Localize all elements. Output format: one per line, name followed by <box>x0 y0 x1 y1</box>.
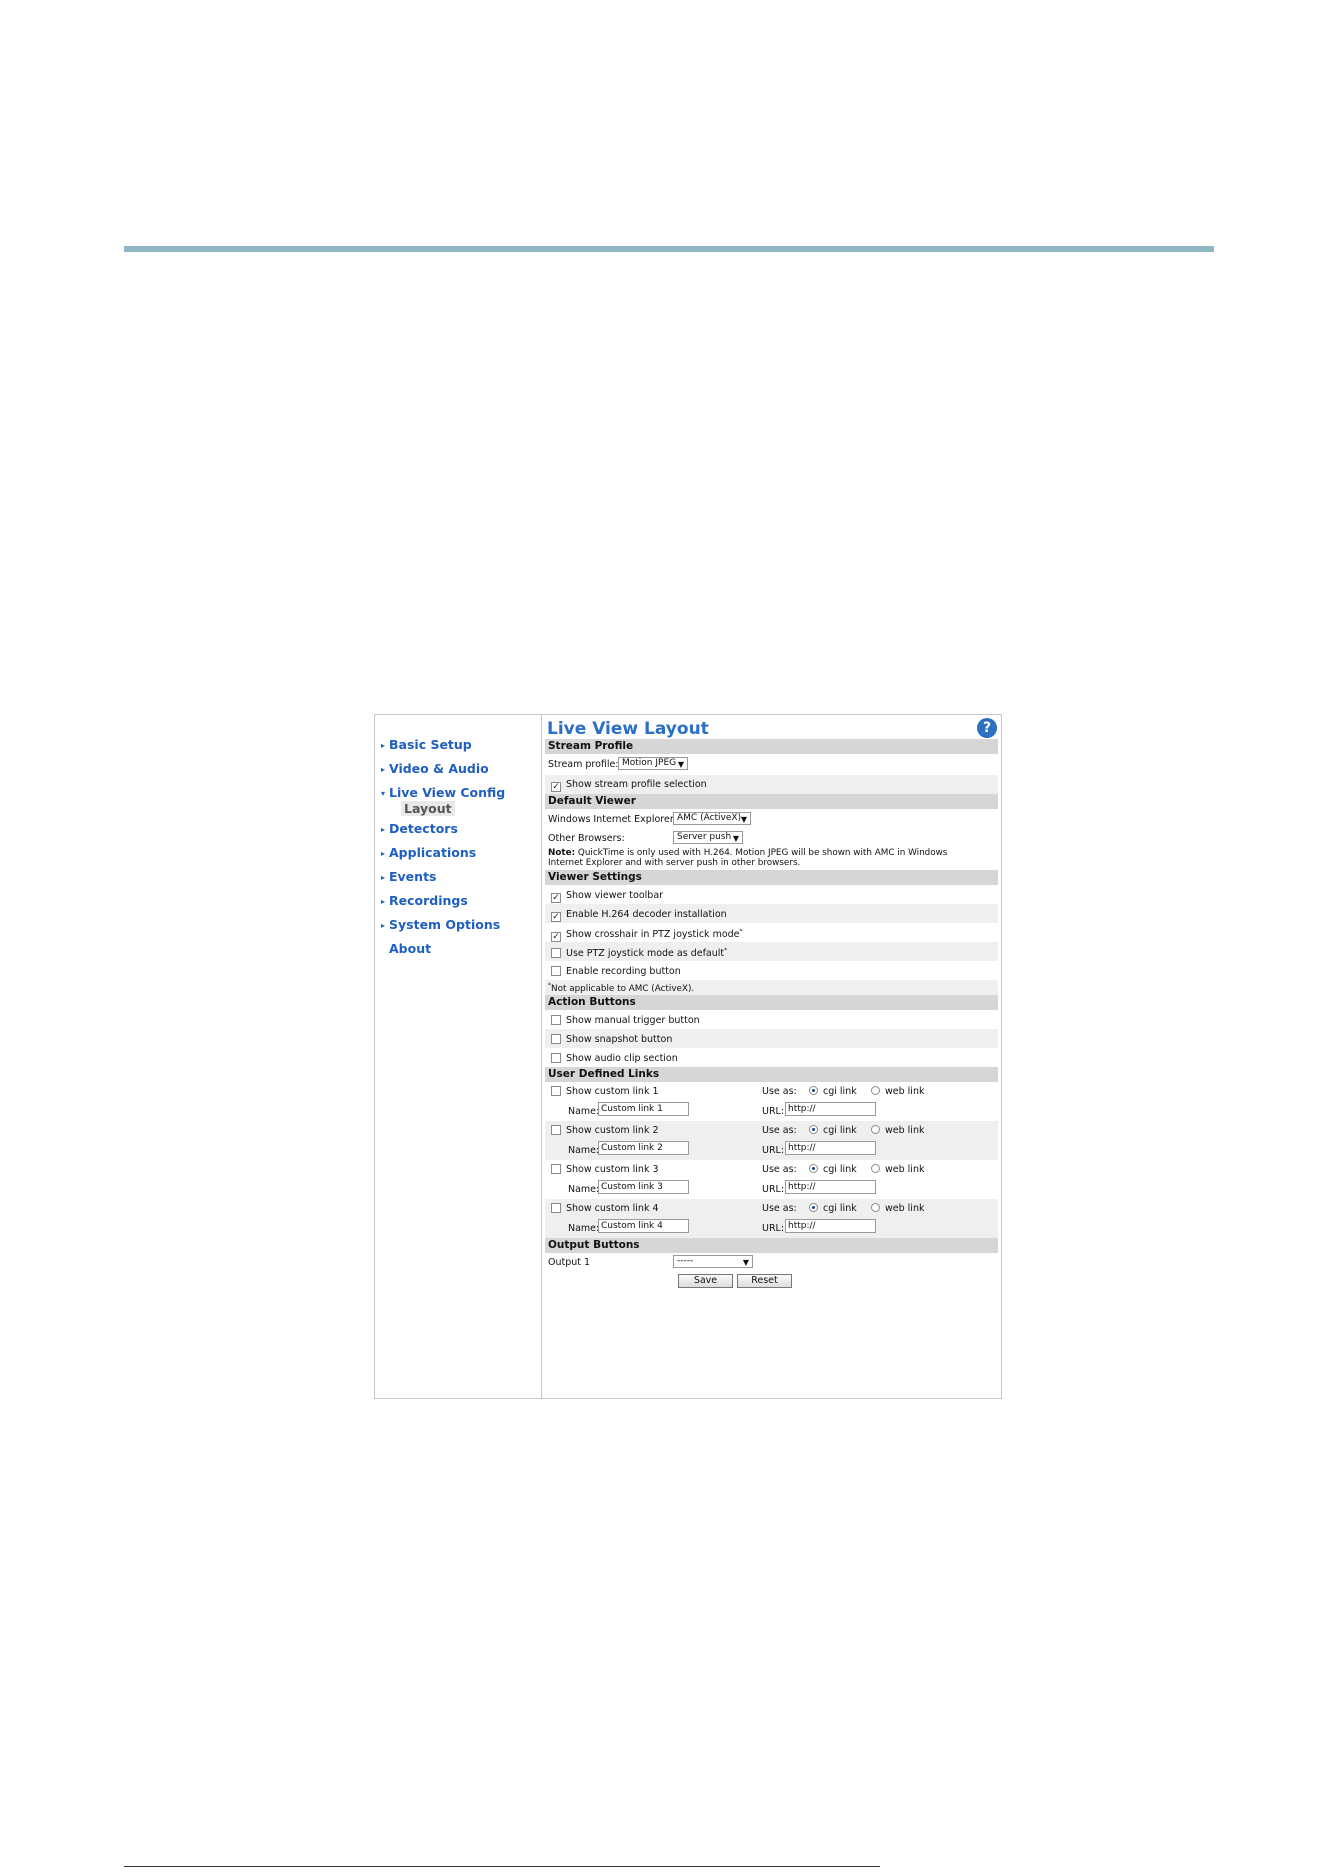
show-viewer-toolbar-checkbox[interactable]: ✓ <box>551 893 561 903</box>
viewer-footnote: *Not applicable to AMC (ActiveX). <box>545 980 998 995</box>
stream-profile-select[interactable]: Motion JPEG ▼ <box>618 757 688 770</box>
main-content: Live View Layout ? Stream Profile Stream… <box>545 715 998 1398</box>
screenshot-frame: ▸ Basic Setup ▸ Video & Audio ▾ Live View C… <box>374 714 1002 1399</box>
cgi-link-radio[interactable] <box>809 1086 818 1095</box>
custom-link-block: Show custom link 1 Use as: cgi link web … <box>545 1082 998 1121</box>
custom-link-name-input[interactable]: Custom link 2 <box>598 1141 689 1155</box>
web-link-radio[interactable] <box>871 1086 880 1095</box>
viewer-option-row: Use PTZ joystick mode as default* <box>545 942 998 961</box>
default-viewer-note: Note: QuickTime is only used with H.264.… <box>548 848 948 868</box>
other-browsers-label: Other Browsers: <box>548 833 625 844</box>
expand-arrow-icon: ▸ <box>381 921 386 930</box>
expand-arrow-icon: ▸ <box>381 849 386 858</box>
output-row: Output 1 ----- ▼ <box>545 1253 998 1271</box>
action-option-row: Show manual trigger button <box>545 1010 998 1029</box>
section-default-viewer: Default Viewer <box>545 794 998 809</box>
dropdown-arrow-icon: ▼ <box>740 815 747 824</box>
ptz-joystick-default-checkbox[interactable] <box>551 948 561 959</box>
snapshot-button-checkbox[interactable] <box>551 1034 561 1044</box>
help-icon[interactable]: ? <box>977 718 997 738</box>
nav-recordings[interactable]: ▸ Recordings <box>381 893 468 908</box>
nav-live-view-config[interactable]: ▾ Live View Config <box>381 785 505 800</box>
viewer-option-row: ✓ Show viewer toolbar <box>551 890 664 903</box>
nav-sub-layout[interactable]: Layout <box>401 801 455 816</box>
show-crosshair-checkbox[interactable]: ✓ <box>551 932 561 943</box>
action-option-row: Show audio clip section <box>545 1048 998 1067</box>
other-browsers-select[interactable]: Server push ▼ <box>673 831 743 844</box>
section-viewer-settings: Viewer Settings <box>545 870 998 885</box>
header-rule <box>124 246 1214 252</box>
custom-link-name-input[interactable]: Custom link 4 <box>598 1219 689 1233</box>
enable-recording-checkbox[interactable] <box>551 966 561 976</box>
footer-rule <box>124 1866 880 1867</box>
cgi-link-radio[interactable] <box>809 1125 818 1134</box>
dropdown-arrow-icon: ▼ <box>732 834 739 843</box>
other-browsers-row: Other Browsers: Server push ▼ <box>545 829 998 847</box>
show-stream-selection-row: ✓ Show stream profile selection <box>545 775 998 794</box>
section-action-buttons: Action Buttons <box>545 995 998 1010</box>
custom-link-name-input[interactable]: Custom link 3 <box>598 1180 689 1194</box>
section-user-links: User Defined Links <box>545 1067 998 1082</box>
viewer-option-row: ✓ Enable H.264 decoder installation <box>545 904 998 923</box>
show-stream-selection-checkbox[interactable]: ✓ <box>551 782 561 792</box>
web-link-radio[interactable] <box>871 1125 880 1134</box>
ie-viewer-label: Windows Internet Explorer: <box>548 814 677 825</box>
audio-clip-checkbox[interactable] <box>551 1053 561 1063</box>
output-select[interactable]: ----- ▼ <box>673 1255 753 1268</box>
custom-link-name-input[interactable]: Custom link 1 <box>598 1102 689 1116</box>
ie-viewer-select[interactable]: AMC (ActiveX) ▼ <box>673 812 751 825</box>
nav-video-audio[interactable]: ▸ Video & Audio <box>381 761 489 776</box>
web-link-radio[interactable] <box>871 1164 880 1173</box>
custom-link-block: Show custom link 4 Use as: cgi link web … <box>545 1199 998 1238</box>
web-link-radio[interactable] <box>871 1203 880 1212</box>
custom-link-url-input[interactable]: http:// <box>785 1141 876 1155</box>
custom-link-checkbox[interactable] <box>551 1125 561 1135</box>
expand-arrow-icon: ▸ <box>381 825 386 834</box>
stream-profile-label: Stream profile: <box>548 759 619 770</box>
save-button[interactable]: Save <box>678 1274 733 1288</box>
dropdown-arrow-icon: ▼ <box>677 760 684 769</box>
cgi-link-radio[interactable] <box>809 1164 818 1173</box>
nav-detectors[interactable]: ▸ Detectors <box>381 821 458 836</box>
nav-system-options[interactable]: ▸ System Options <box>381 917 500 932</box>
custom-link-url-input[interactable]: http:// <box>785 1180 876 1194</box>
expand-arrow-icon: ▸ <box>381 897 386 906</box>
expand-arrow-icon: ▸ <box>381 741 386 750</box>
custom-link-checkbox[interactable] <box>551 1086 561 1096</box>
cgi-link-radio[interactable] <box>809 1203 818 1212</box>
sidebar-nav: ▸ Basic Setup ▸ Video & Audio ▾ Live View C… <box>375 715 542 1398</box>
viewer-option-row: ✓ Show crosshair in PTZ joystick mode* <box>551 928 743 943</box>
output-label: Output 1 <box>548 1257 591 1268</box>
stream-profile-row: Stream profile: Motion JPEG ▼ <box>545 754 998 775</box>
nav-basic-setup[interactable]: ▸ Basic Setup <box>381 737 472 752</box>
custom-link-block: Show custom link 2 Use as: cgi link web … <box>545 1121 998 1160</box>
custom-link-url-input[interactable]: http:// <box>785 1219 876 1233</box>
reset-button[interactable]: Reset <box>737 1274 792 1288</box>
dropdown-arrow-icon: ▼ <box>742 1258 749 1267</box>
manual-trigger-checkbox[interactable] <box>551 1015 561 1025</box>
expanded-arrow-icon: ▾ <box>381 789 386 798</box>
nav-events[interactable]: ▸ Events <box>381 869 436 884</box>
enable-h264-checkbox[interactable]: ✓ <box>551 912 561 922</box>
viewer-option-row: Enable recording button <box>545 961 998 980</box>
expand-arrow-icon: ▸ <box>381 873 386 882</box>
custom-link-block: Show custom link 3 Use as: cgi link web … <box>545 1160 998 1199</box>
section-stream-profile: Stream Profile <box>545 739 998 754</box>
page-title: Live View Layout <box>547 719 709 739</box>
ie-viewer-row: Windows Internet Explorer: AMC (ActiveX)… <box>545 809 998 829</box>
nav-about[interactable]: About <box>389 941 431 956</box>
custom-link-url-input[interactable]: http:// <box>785 1102 876 1116</box>
expand-arrow-icon: ▸ <box>381 765 386 774</box>
action-option-row: Show snapshot button <box>545 1029 998 1048</box>
nav-applications[interactable]: ▸ Applications <box>381 845 476 860</box>
section-output-buttons: Output Buttons <box>545 1238 998 1253</box>
custom-link-checkbox[interactable] <box>551 1203 561 1213</box>
custom-link-checkbox[interactable] <box>551 1164 561 1174</box>
